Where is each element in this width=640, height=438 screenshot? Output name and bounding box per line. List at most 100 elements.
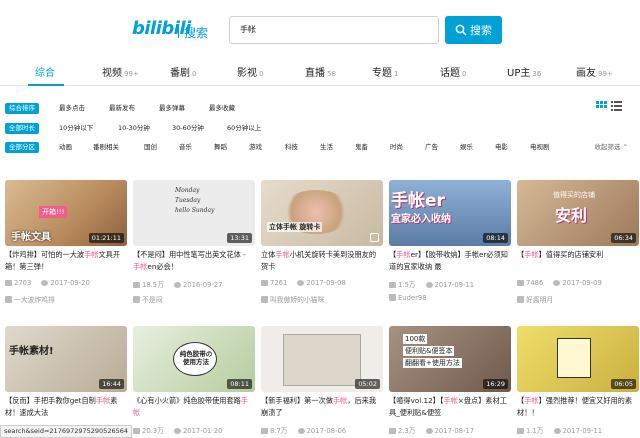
video-title[interactable]: 【不是闷】用中性笔写出英文花体 - 手帐en必会！ bbox=[133, 249, 255, 273]
video-card[interactable]: 06:05 【手帐】强烈推荐！便宜又好用的素材！！ 1.1万 2017-09-11 bbox=[517, 326, 639, 438]
video-card[interactable]: 值得买的店铺 安利 06:34 【手帐】值得买的店铺安利 7486 2017-09… bbox=[517, 180, 639, 310]
thumb-script-text: Monday Tuesday hello Sunday bbox=[175, 187, 215, 214]
tab-special[interactable]: 专题 1 bbox=[372, 64, 398, 79]
video-title[interactable]: 【炸鸡排】可怕的一大波手帐文具开箱！第三弹！ bbox=[5, 249, 127, 273]
thumb-subtitle-text: 值得买的店铺 bbox=[553, 191, 595, 199]
search-input[interactable]: 手帐 bbox=[229, 16, 439, 44]
video-card[interactable]: 纯色胶带の使用方法 08:11 《心有小火箭》纯色胶带使用套路手帐 20.3万 2… bbox=[133, 326, 255, 438]
thumb-text-b: 便利贴&便签本 bbox=[403, 346, 455, 356]
title-text: 《心有小火箭》纯色胶带使用套路 bbox=[133, 396, 241, 405]
filter-duration-30-60[interactable]: 30-60分钟 bbox=[168, 123, 208, 134]
uploader[interactable]: 好酱明月 bbox=[517, 294, 553, 304]
tab-count: 1 bbox=[394, 70, 399, 78]
filter-zone-music[interactable]: 音乐 bbox=[175, 142, 196, 153]
filter-duration-all[interactable]: 全部时长 bbox=[5, 123, 39, 134]
video-title[interactable]: 立体手帐小机关旋转卡美到没朋友的贺卡 bbox=[261, 249, 383, 273]
video-card[interactable]: 手帐er 宜家必入收纳 08:14 【手帐er】【胶带收纳】手帐er必须知道的宜… bbox=[389, 180, 511, 310]
video-meta: 7486 2017-09-09 bbox=[517, 279, 639, 287]
video-card[interactable]: 立体手帐 旋转卡 立体手帐小机关旋转卡美到没朋友的贺卡 7261 2017-09-… bbox=[261, 180, 383, 310]
filter-zone-ad[interactable]: 广告 bbox=[421, 142, 442, 153]
video-card[interactable]: Monday Tuesday hello Sunday 13:31 【不是闷】用… bbox=[133, 180, 255, 310]
video-card[interactable]: 开箱!!! 手帐文具 01:21:11 【炸鸡排】可怕的一大波手帐文具开箱！第三… bbox=[5, 180, 127, 310]
result-type-tabs: 综合 视频 99+ 番剧 0 影视 0 直播 58 专题 1 话题 0 UP主 36 画友 99… bbox=[0, 58, 640, 86]
tab-live[interactable]: 直播 58 bbox=[305, 64, 336, 79]
clock-icon bbox=[425, 428, 433, 434]
uploader[interactable]: 不是闷 bbox=[133, 294, 162, 304]
tab-all[interactable]: 综合 bbox=[35, 64, 55, 79]
video-thumbnail[interactable]: 值得买的店铺 安利 06:34 bbox=[517, 180, 639, 246]
tab-bangumi[interactable]: 番剧 0 bbox=[170, 64, 196, 79]
filter-duration-over60[interactable]: 60分钟以上 bbox=[223, 123, 265, 134]
thumb-text-c: 翻翻看+使用方法 bbox=[403, 358, 462, 368]
filter-zone-guochuang[interactable]: 国创 bbox=[140, 142, 161, 153]
tab-artist[interactable]: 画友 99+ bbox=[576, 64, 613, 79]
uploader-icon bbox=[261, 296, 268, 303]
video-title[interactable]: 《心有小火箭》纯色胶带使用套路手帐 bbox=[133, 395, 255, 419]
filter-zone-fashion[interactable]: 时尚 bbox=[386, 142, 407, 153]
play-count: 18.5万 bbox=[142, 281, 164, 289]
filter-order-clicks[interactable]: 最多点击 bbox=[55, 103, 89, 114]
tab-topic[interactable]: 话题 0 bbox=[440, 64, 466, 79]
video-thumbnail[interactable]: 05:02 bbox=[261, 326, 383, 392]
logo-divider bbox=[178, 25, 179, 38]
filter-zone-ent[interactable]: 娱乐 bbox=[456, 142, 477, 153]
filter-zone-animation[interactable]: 动画 bbox=[55, 142, 76, 153]
filter-order-favorites[interactable]: 最多收藏 bbox=[205, 103, 239, 114]
video-meta: 18.5万 2016-09-27 bbox=[133, 279, 255, 289]
video-card[interactable]: 100款 便利贴&便签本 翻翻看+使用方法 16:29 【噫得vol.12】【手… bbox=[389, 326, 511, 438]
video-thumbnail[interactable]: 开箱!!! 手帐文具 01:21:11 bbox=[5, 180, 127, 246]
search-button[interactable]: 搜索 bbox=[445, 16, 502, 44]
video-thumbnail[interactable]: 纯色胶带の使用方法 08:11 bbox=[133, 326, 255, 392]
uploader[interactable]: 一大波炸鸡排 bbox=[5, 294, 55, 304]
collapse-filter-button[interactable]: 收起筛选 ⌃ bbox=[594, 142, 628, 153]
play-count: 7261 bbox=[270, 279, 288, 287]
video-card[interactable]: 05:02 【新手福利】第一次做手帐，后来我崩溃了 8.7万 2017-08-06 bbox=[261, 326, 383, 438]
video-title[interactable]: 【噫得vol.12】【手帐×盘点】素材工具_便利贴&便签 bbox=[389, 395, 511, 419]
filter-zone-game[interactable]: 游戏 bbox=[245, 142, 266, 153]
video-thumbnail[interactable]: 手帐素材! 16:44 bbox=[5, 326, 127, 392]
filter-order-danmaku[interactable]: 最多弹幕 bbox=[155, 103, 189, 114]
video-thumbnail[interactable]: 立体手帐 旋转卡 bbox=[261, 180, 383, 246]
bilibili-logo[interactable]: bilibili bbox=[132, 18, 191, 39]
play-count: 7486 bbox=[526, 279, 544, 287]
video-thumbnail[interactable]: Monday Tuesday hello Sunday 13:31 bbox=[133, 180, 255, 246]
video-title[interactable]: 【新手福利】第一次做手帐，后来我崩溃了 bbox=[261, 395, 383, 419]
list-view-icon[interactable] bbox=[611, 101, 622, 111]
play-count-icon bbox=[133, 282, 140, 288]
filter-order-default[interactable]: 综合排序 bbox=[5, 103, 39, 114]
tab-movie[interactable]: 影视 0 bbox=[237, 64, 263, 79]
video-thumbnail[interactable]: 06:05 bbox=[517, 326, 639, 392]
filter-duration-under10[interactable]: 10分钟以下 bbox=[55, 123, 97, 134]
clock-icon bbox=[173, 282, 181, 288]
uploader-name: 不是闷 bbox=[142, 296, 163, 304]
search-header: bilibili 搜索 手帐 搜索 bbox=[0, 0, 640, 52]
video-title[interactable]: 【反而】手把手教你get自制手帐素材！速成大法 bbox=[5, 395, 127, 419]
filter-zone-dance[interactable]: 舞蹈 bbox=[210, 142, 231, 153]
filter-zone-life[interactable]: 生活 bbox=[316, 142, 337, 153]
filter-zone-kichiku[interactable]: 鬼畜 bbox=[351, 142, 372, 153]
filter-zone-movie[interactable]: 电影 bbox=[491, 142, 512, 153]
filter-order-newest[interactable]: 最新发布 bbox=[105, 103, 139, 114]
filter-zone-tv[interactable]: 电视剧 bbox=[526, 142, 554, 153]
filter-zone-tech[interactable]: 科技 bbox=[281, 142, 302, 153]
uploader[interactable]: 叫我傲娇的小猫咪 bbox=[261, 294, 324, 304]
uploader-icon bbox=[133, 296, 140, 303]
uploader[interactable]: Euder98 bbox=[389, 294, 427, 302]
tab-uploader[interactable]: UP主 36 bbox=[507, 64, 541, 79]
clock-icon bbox=[425, 282, 433, 288]
filter-zone-all[interactable]: 全部分区 bbox=[5, 142, 39, 153]
video-thumbnail[interactable]: 手帐er 宜家必入收纳 08:14 bbox=[389, 180, 511, 246]
video-title[interactable]: 【手帐】值得买的店铺安利 bbox=[517, 249, 639, 273]
video-title[interactable]: 【手帐】强烈推荐！便宜又好用的素材！！ bbox=[517, 395, 639, 419]
video-title[interactable]: 【手帐er】【胶带收纳】手帐er必须知道的宜家收纳 最 bbox=[389, 249, 511, 273]
grid-view-icon[interactable] bbox=[596, 101, 607, 111]
search-icon bbox=[455, 24, 467, 36]
title-text: 】值得买的店铺安利 bbox=[538, 250, 604, 259]
tab-video[interactable]: 视频 99+ bbox=[102, 64, 139, 79]
filter-zone-bangumi[interactable]: 番剧相关 bbox=[89, 142, 123, 153]
filter-duration-10-30[interactable]: 10-30分钟 bbox=[114, 123, 154, 134]
thumb-title-text: 手帐er bbox=[391, 191, 445, 211]
upload-date: 2017-09-20 bbox=[50, 279, 90, 287]
video-card[interactable]: 手帐素材! 16:44 【反而】手把手教你get自制手帐素材！速成大法 bbox=[5, 326, 127, 438]
video-thumbnail[interactable]: 100款 便利贴&便签本 翻翻看+使用方法 16:29 bbox=[389, 326, 511, 392]
